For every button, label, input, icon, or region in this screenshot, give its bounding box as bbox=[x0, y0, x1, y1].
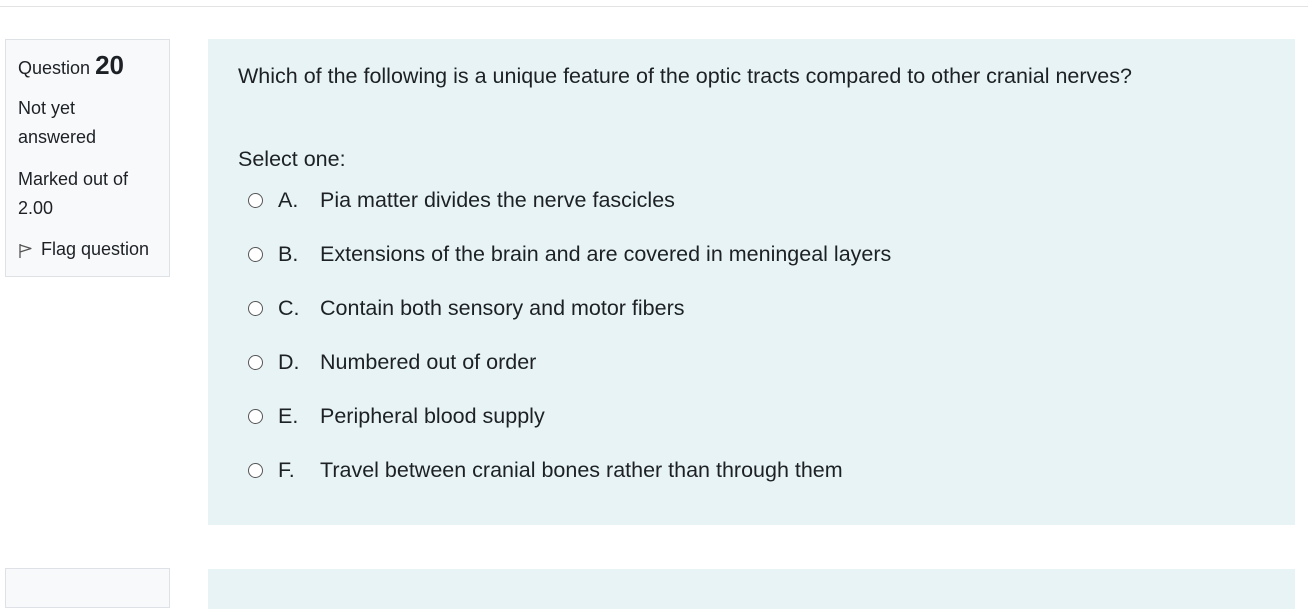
option-letter: D. bbox=[278, 349, 300, 374]
radio-button[interactable] bbox=[248, 300, 263, 316]
radio-button[interactable] bbox=[248, 192, 263, 208]
option-text: Peripheral blood supply bbox=[320, 403, 545, 428]
question-number: Question 20 bbox=[18, 50, 157, 83]
answer-option-a[interactable]: A. Pia matter divides the nerve fascicle… bbox=[248, 183, 891, 217]
select-prompt: Select one: bbox=[238, 147, 346, 171]
option-letter: B. bbox=[278, 241, 299, 266]
option-text: Travel between cranial bones rather than… bbox=[320, 457, 843, 482]
radio-button[interactable] bbox=[248, 462, 263, 478]
option-letter: C. bbox=[278, 295, 300, 320]
question-number-value: 20 bbox=[95, 50, 124, 80]
answer-option-e[interactable]: E. Peripheral blood supply bbox=[248, 399, 891, 433]
answer-options: A. Pia matter divides the nerve fascicle… bbox=[248, 183, 891, 507]
option-letter: F. bbox=[278, 457, 295, 482]
question-content: Which of the following is a unique featu… bbox=[208, 39, 1295, 525]
option-letter: E. bbox=[278, 403, 299, 428]
answer-option-c[interactable]: C. Contain both sensory and motor fibers bbox=[248, 291, 891, 325]
option-text: Extensions of the brain and are covered … bbox=[320, 241, 892, 266]
radio-button[interactable] bbox=[248, 408, 263, 424]
flag-question-button[interactable]: Flag question bbox=[18, 237, 157, 261]
question-label: Question bbox=[18, 58, 91, 78]
answer-option-f[interactable]: F. Travel between cranial bones rather t… bbox=[248, 453, 891, 487]
flag-icon bbox=[19, 244, 32, 258]
question-info-panel: Question 20 Not yet answered Marked out … bbox=[5, 39, 170, 277]
flag-question-label: Flag question bbox=[41, 239, 150, 259]
answer-option-b[interactable]: B. Extensions of the brain and are cover… bbox=[248, 237, 891, 271]
option-text: Numbered out of order bbox=[320, 349, 537, 374]
option-text: Contain both sensory and motor fibers bbox=[320, 295, 685, 320]
top-divider bbox=[0, 6, 1308, 7]
radio-button[interactable] bbox=[248, 246, 263, 262]
radio-button[interactable] bbox=[248, 354, 263, 370]
next-question-content bbox=[208, 569, 1295, 609]
question-state: Not yet answered bbox=[18, 98, 97, 147]
question-text: Which of the following is a unique featu… bbox=[238, 64, 1132, 88]
question-grade: Marked out of 2.00 bbox=[18, 169, 129, 218]
option-text: Pia matter divides the nerve fascicles bbox=[320, 187, 675, 212]
next-question-info-panel bbox=[5, 568, 170, 608]
answer-option-d[interactable]: D. Numbered out of order bbox=[248, 345, 891, 379]
option-letter: A. bbox=[278, 187, 299, 212]
